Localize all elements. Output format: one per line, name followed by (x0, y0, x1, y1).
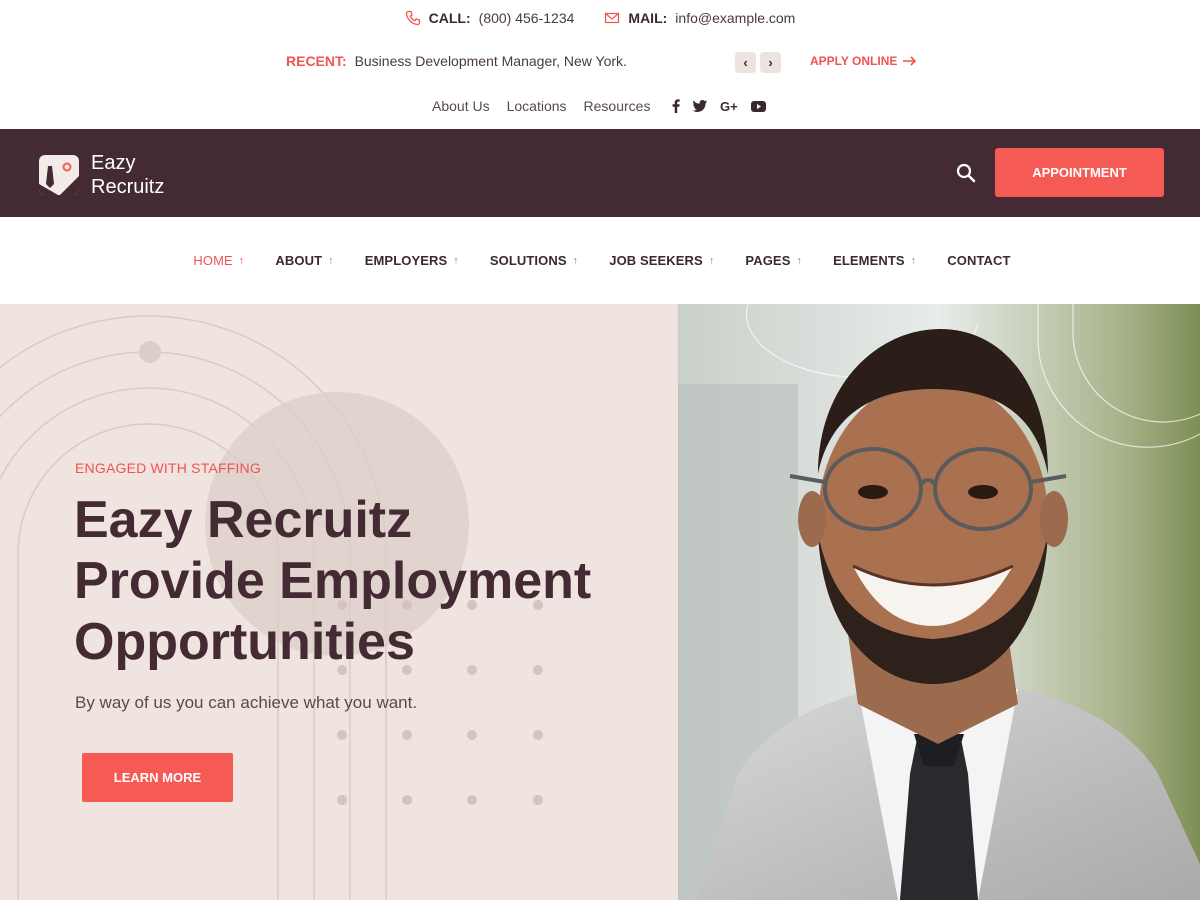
apply-online-link[interactable]: APPLY ONLINE (810, 54, 917, 68)
mail-icon (605, 12, 620, 24)
brand-bar: Eazy Recruitz APPOINTMENT (0, 129, 1200, 217)
recent-ticker: RECENT: Business Development Manager, Ne… (0, 44, 1200, 80)
nav-item-pages[interactable]: PAGES ↑ (745, 253, 802, 268)
top-link-locations[interactable]: Locations (507, 98, 567, 114)
nav-item-elements[interactable]: ELEMENTS ↑ (833, 253, 916, 268)
nav-label: ELEMENTS (833, 253, 905, 268)
top-contact-bar: CALL: (800) 456-1234 MAIL: info@example.… (0, 0, 1200, 36)
arrow-right-icon (903, 56, 917, 66)
call-value[interactable]: (800) 456-1234 (479, 10, 575, 26)
phone-icon (405, 10, 420, 26)
logo-icon (39, 155, 79, 195)
nav-item-contact[interactable]: CONTACT (947, 253, 1010, 268)
nav-label: PAGES (745, 253, 791, 268)
nav-label: EMPLOYERS (364, 253, 448, 268)
chevron-right-icon: › (768, 55, 773, 70)
nav-label: ABOUT (275, 253, 323, 268)
top-link-resources[interactable]: Resources (584, 98, 651, 114)
mail-info[interactable]: MAIL: info@example.com (604, 10, 795, 26)
ticker-next-button[interactable]: › (760, 52, 781, 73)
youtube-icon[interactable] (750, 98, 766, 114)
top-links-bar: About Us Locations Resources G+ (0, 88, 1200, 124)
brand-name: Eazy Recruitz (91, 151, 164, 199)
recent-label: RECENT: (286, 53, 347, 69)
nav-item-solutions[interactable]: SOLUTIONS ↑ (490, 253, 578, 268)
site-logo[interactable]: Eazy Recruitz (38, 151, 164, 199)
hero-tagline: ENGAGED WITH STAFFING (75, 460, 261, 476)
mail-label: MAIL: (628, 10, 668, 26)
apply-online-label: APPLY ONLINE (810, 54, 898, 68)
nav-label: JOB SEEKERS (609, 253, 703, 268)
nav-item-home[interactable]: HOME ↑ (193, 253, 244, 268)
arrow-up-icon: ↑ (910, 254, 917, 267)
brand-name-line2: Recruitz (91, 176, 165, 198)
recent-job: RECENT: Business Development Manager, Ne… (286, 53, 627, 69)
hero-title-line2: Provide Employment (74, 552, 592, 610)
hero-section: ENGAGED WITH STAFFING Eazy Recruitz Prov… (0, 304, 1200, 900)
smiling-man-photo (678, 304, 1200, 900)
call-info[interactable]: CALL: (800) 456-1234 (405, 10, 575, 26)
call-label: CALL: (428, 10, 471, 26)
top-link-about-us[interactable]: About Us (432, 98, 490, 114)
hero-title-line1: Eazy Recruitz (74, 491, 413, 549)
nav-item-job-seekers[interactable]: JOB SEEKERS ↑ (609, 253, 714, 268)
recent-text[interactable]: Business Development Manager, New York. (355, 53, 627, 69)
arrow-up-icon: ↑ (453, 254, 459, 267)
brand-name-line1: Eazy (91, 152, 136, 174)
ticker-prev-button[interactable]: ‹ (735, 52, 756, 73)
google-plus-icon[interactable]: G+ (720, 98, 738, 114)
top-links: About Us Locations Resources (432, 98, 650, 114)
hero-photo (678, 304, 1200, 900)
nav-item-employers[interactable]: EMPLOYERS ↑ (365, 253, 459, 268)
chevron-left-icon: ‹ (743, 55, 748, 70)
arrow-up-icon: ↑ (328, 254, 334, 267)
hero-title-line3: Opportunities (74, 613, 415, 671)
learn-more-button[interactable]: LEARN MORE (82, 753, 233, 802)
social-links: G+ (672, 98, 766, 114)
nav-label: SOLUTIONS (489, 253, 567, 268)
nav-label: HOME (193, 253, 233, 268)
nav-label: CONTACT (947, 253, 1011, 268)
twitter-icon[interactable] (693, 98, 707, 114)
nav-item-about[interactable]: ABOUT ↑ (275, 253, 333, 268)
hero-title: Eazy Recruitz Provide Employment Opportu… (74, 490, 634, 673)
arrow-up-icon: ↑ (238, 254, 245, 267)
facebook-icon[interactable] (672, 98, 680, 114)
arrow-up-icon: ↑ (708, 254, 715, 267)
appointment-button[interactable]: APPOINTMENT (995, 148, 1164, 197)
arrow-up-icon: ↑ (796, 254, 803, 267)
hero-subtitle: By way of us you can achieve what you wa… (75, 693, 418, 712)
search-icon[interactable] (955, 162, 977, 184)
main-nav: HOME ↑ ABOUT ↑ EMPLOYERS ↑ SOLUTIONS ↑ JOB S… (0, 217, 1200, 304)
arrow-up-icon: ↑ (572, 254, 579, 267)
mail-value[interactable]: info@example.com (675, 10, 795, 26)
